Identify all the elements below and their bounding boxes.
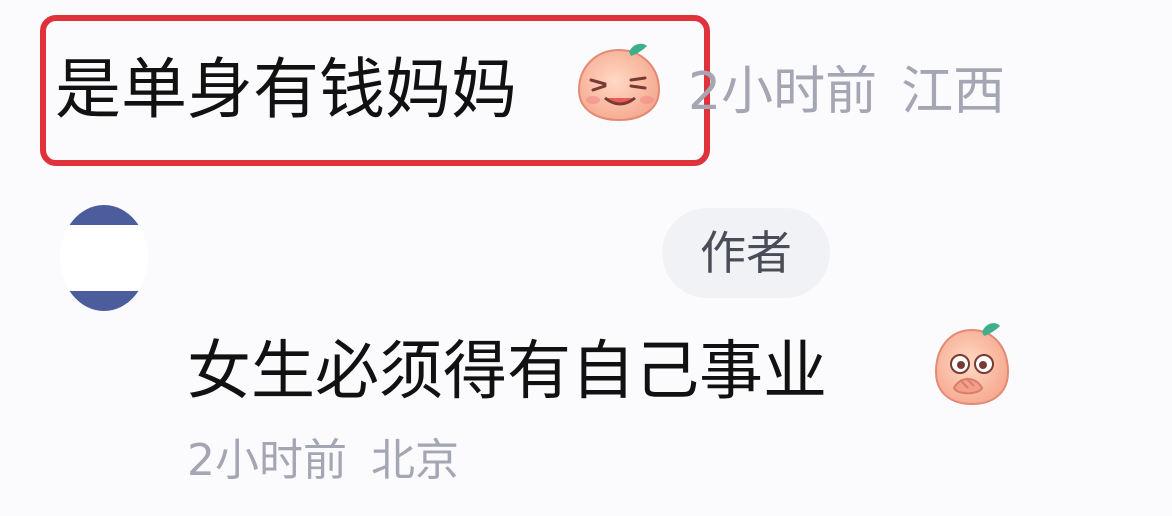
comment-time: 2小时前 xyxy=(688,62,878,122)
avatar[interactable] xyxy=(60,205,148,311)
comment-location: 江西 xyxy=(901,62,1006,122)
comment-time: 2小时前 xyxy=(187,435,347,486)
comment-meta: 2小时前 北京 xyxy=(187,416,459,506)
author-badge: 作者 xyxy=(662,208,830,298)
comment-text: 是单身有钱妈妈 xyxy=(55,51,517,128)
comment-meta: 2小时前 江西 xyxy=(688,44,1005,140)
comment-location: 北京 xyxy=(371,435,459,486)
smiling-peach-emoji-icon xyxy=(577,43,661,122)
comment-text: 女生必须得有自己事业 xyxy=(187,335,827,409)
covering-mouth-peach-emoji-icon xyxy=(934,323,1010,406)
comment-section: 是单身有钱妈妈 2小时前 江西 作者 女生必须得有自己事业 2小时前 北京 xyxy=(0,0,1172,516)
